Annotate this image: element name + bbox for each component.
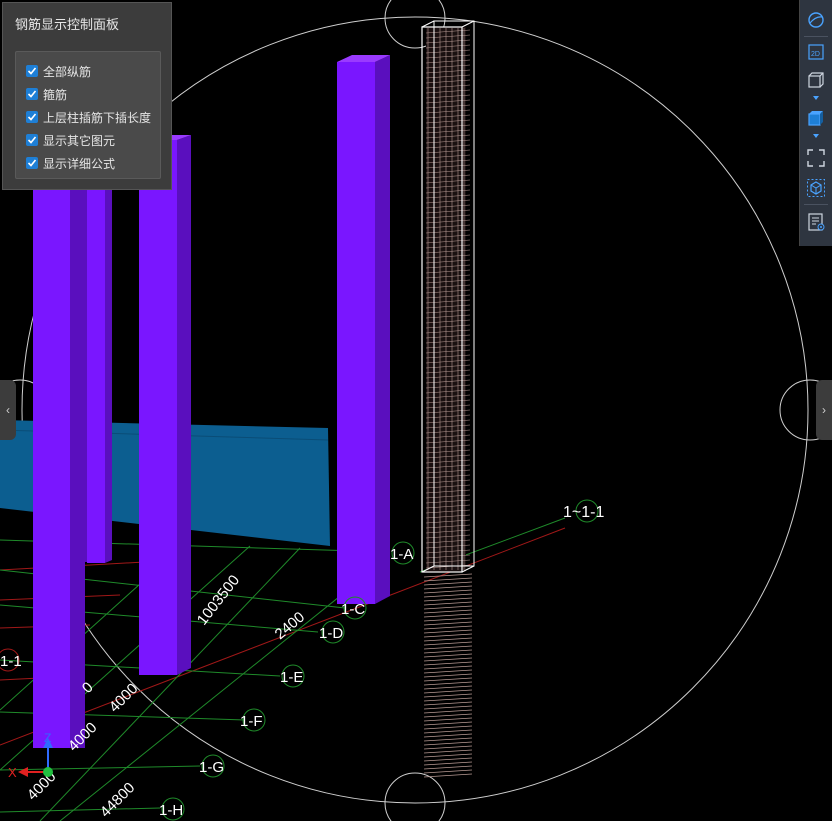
column-2 [87,182,112,563]
checkbox-checked-icon[interactable] [26,65,38,77]
svg-text:1-F: 1-F [240,713,263,730]
view-2d-button[interactable]: 2D [804,40,828,64]
select-3d-icon [807,179,825,197]
checkbox-checked-icon[interactable] [26,157,38,169]
rebar-display-control-panel: 钢筋显示控制面板 全部纵筋 箍筋 上层柱插筋下插长度 显示其它图元 显示详细公式 [2,2,172,190]
option-stirrups[interactable]: 箍筋 [26,85,67,103]
view-3d-box-icon [808,72,824,88]
svg-text:Z: Z [44,731,51,745]
view-3d-box-button[interactable] [804,68,828,92]
svg-text:X: X [8,765,17,780]
option-show-detailed-formula[interactable]: 显示详细公式 [26,154,115,172]
axis-bubble-1-D: 1-D [319,620,345,644]
chevron-left-icon: ‹ [6,403,10,417]
option-show-other-elements[interactable]: 显示其它图元 [26,131,115,149]
chevron-right-icon: › [822,403,826,417]
fit-view-icon [807,149,825,167]
axis-bubble-1-F: 1-F [240,708,266,732]
svg-text:1-E: 1-E [280,669,303,686]
view-3d-solid-button[interactable] [804,106,828,130]
view-toolbar: 2D [799,0,832,246]
axis-bubble-1-A: 1-A [390,541,415,565]
panel-title: 钢筋显示控制面板 [15,17,120,32]
axis-bubble-1-C: 1-C [341,596,367,620]
axis-bubble-1-H: 1-H [159,797,185,821]
svg-text:1-A: 1-A [390,546,413,563]
view-3d-solid-icon [808,111,823,126]
left-collapse-handle[interactable]: ‹ [0,380,16,440]
properties-eye-icon [808,213,825,231]
option-upper-column-dowel-length[interactable]: 上层柱插筋下插长度 [26,108,151,126]
svg-text:1-G: 1-G [199,759,224,776]
svg-text:1~1-1: 1~1-1 [563,504,604,521]
chevron-down-icon[interactable] [804,92,828,104]
orbit-button[interactable] [804,8,828,32]
orbit-icon [808,12,824,28]
checkbox-checked-icon[interactable] [26,111,38,123]
axis-bubble-1~1-1: 1~1-1 [563,499,604,523]
svg-text:2D: 2D [811,51,820,58]
svg-text:1-D: 1-D [319,625,343,642]
options-box: 全部纵筋 箍筋 上层柱插筋下插长度 显示其它图元 显示详细公式 [15,51,161,179]
checkbox-checked-icon[interactable] [26,134,38,146]
column-4 [337,55,390,604]
chevron-down-icon[interactable] [804,130,828,142]
svg-text:1-C: 1-C [341,601,365,618]
checkbox-checked-icon[interactable] [26,88,38,100]
axis-bubble-1-E: 1-E [280,664,305,688]
fit-view-button[interactable] [804,146,828,170]
select-3d-button[interactable] [804,176,828,200]
svg-text:1-1: 1-1 [0,653,22,670]
axis-bubble-1-G: 1-G [199,754,225,778]
svg-text:1-H: 1-H [159,802,183,819]
right-collapse-handle[interactable]: › [816,380,832,440]
option-all-longitudinal-rebar[interactable]: 全部纵筋 [26,62,91,80]
properties-view-button[interactable] [804,210,828,234]
column-3 [139,135,191,675]
axis-bubble-1-1: 1-1 [0,648,22,672]
view-2d-icon: 2D [808,44,824,60]
